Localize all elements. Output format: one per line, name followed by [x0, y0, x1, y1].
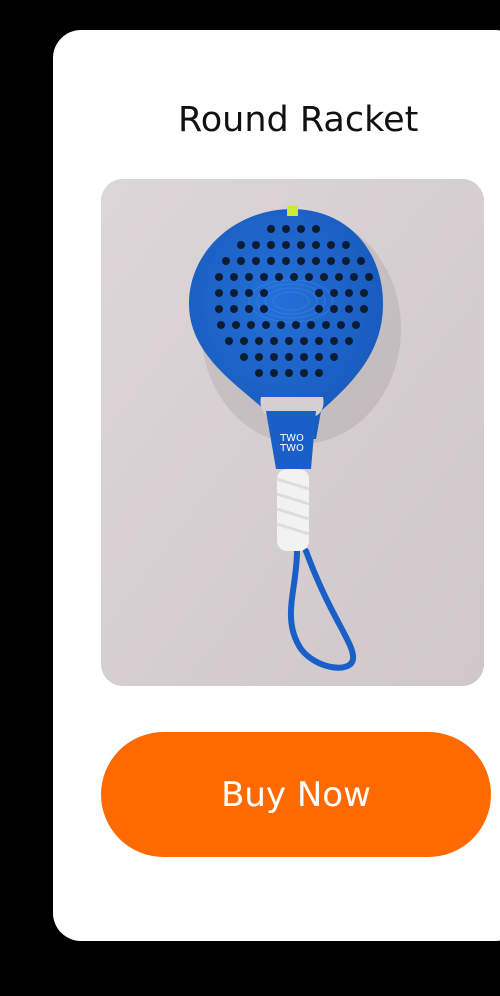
brand-mark-line2: TWO	[279, 443, 304, 454]
racket-hole	[215, 289, 223, 297]
racket-hole	[297, 241, 305, 249]
racket-hole	[262, 321, 270, 329]
racket-hole	[252, 241, 260, 249]
racket-hole	[270, 337, 278, 345]
racket-hole	[330, 337, 338, 345]
racket-hole	[245, 289, 253, 297]
racket-hole	[342, 241, 350, 249]
racket-hole	[297, 225, 305, 233]
racket-hole	[290, 273, 298, 281]
racket-hole	[285, 337, 293, 345]
racket-hole	[267, 225, 275, 233]
racket-hole	[352, 321, 360, 329]
racket-hole	[330, 305, 338, 313]
racket-hole	[237, 241, 245, 249]
racket-hole	[232, 321, 240, 329]
racket-hole	[215, 273, 223, 281]
racket-hole	[247, 321, 255, 329]
racket-hole	[342, 257, 350, 265]
racket-hole	[345, 289, 353, 297]
racket-hole	[277, 321, 285, 329]
racket-hole	[327, 257, 335, 265]
racket-hole	[255, 369, 263, 377]
racket-hole	[225, 337, 233, 345]
racket-hole	[292, 321, 300, 329]
racket-hole	[230, 273, 238, 281]
racket-hole	[255, 353, 263, 361]
racket-hole	[260, 305, 268, 313]
racket-hole	[337, 321, 345, 329]
racket-hole	[300, 353, 308, 361]
racket-hole	[345, 337, 353, 345]
racket-hole	[350, 273, 358, 281]
product-image: TWO TWO	[101, 179, 484, 686]
racket-hole	[320, 273, 328, 281]
racket-hole	[300, 369, 308, 377]
racket-hole	[305, 273, 313, 281]
racket-hole	[315, 305, 323, 313]
racket-hole	[330, 289, 338, 297]
racket-hole	[282, 257, 290, 265]
racket-hole	[300, 337, 308, 345]
racket-hole	[312, 257, 320, 265]
racket-hole	[330, 353, 338, 361]
racket-hole	[360, 305, 368, 313]
racket-hole	[275, 273, 283, 281]
racket-hole	[327, 241, 335, 249]
racket-illustration: TWO TWO	[101, 179, 484, 686]
racket-hole	[282, 225, 290, 233]
racket-hole	[255, 337, 263, 345]
racket-hole	[240, 337, 248, 345]
buy-now-button[interactable]: Buy Now	[101, 732, 491, 857]
racket-hole	[315, 289, 323, 297]
racket-hole	[270, 369, 278, 377]
racket-hole	[240, 353, 248, 361]
racket-hole	[245, 273, 253, 281]
racket-hole	[252, 257, 260, 265]
racket-hole	[267, 241, 275, 249]
racket-hole	[260, 289, 268, 297]
racket-hole	[285, 353, 293, 361]
racket-hole	[322, 321, 330, 329]
racket-hole	[222, 257, 230, 265]
racket-hole	[307, 321, 315, 329]
racket-hole	[270, 353, 278, 361]
racket-hole	[335, 273, 343, 281]
racket-hole	[297, 257, 305, 265]
product-title: Round Racket	[178, 100, 419, 140]
racket-hole	[285, 369, 293, 377]
racket-hole	[365, 273, 373, 281]
racket-hole	[312, 241, 320, 249]
racket-hole	[260, 273, 268, 281]
racket-hole	[315, 369, 323, 377]
racket-hole	[360, 289, 368, 297]
racket-hole	[345, 305, 353, 313]
racket-hole	[215, 305, 223, 313]
racket-hole	[357, 257, 365, 265]
racket-hole	[230, 289, 238, 297]
racket-hole	[315, 337, 323, 345]
racket-hole	[237, 257, 245, 265]
racket-hole	[230, 305, 238, 313]
racket-hole	[217, 321, 225, 329]
racket-hole	[245, 305, 253, 313]
racket-hole	[267, 257, 275, 265]
racket-hole	[282, 241, 290, 249]
racket-hole	[312, 225, 320, 233]
racket-hole	[315, 353, 323, 361]
